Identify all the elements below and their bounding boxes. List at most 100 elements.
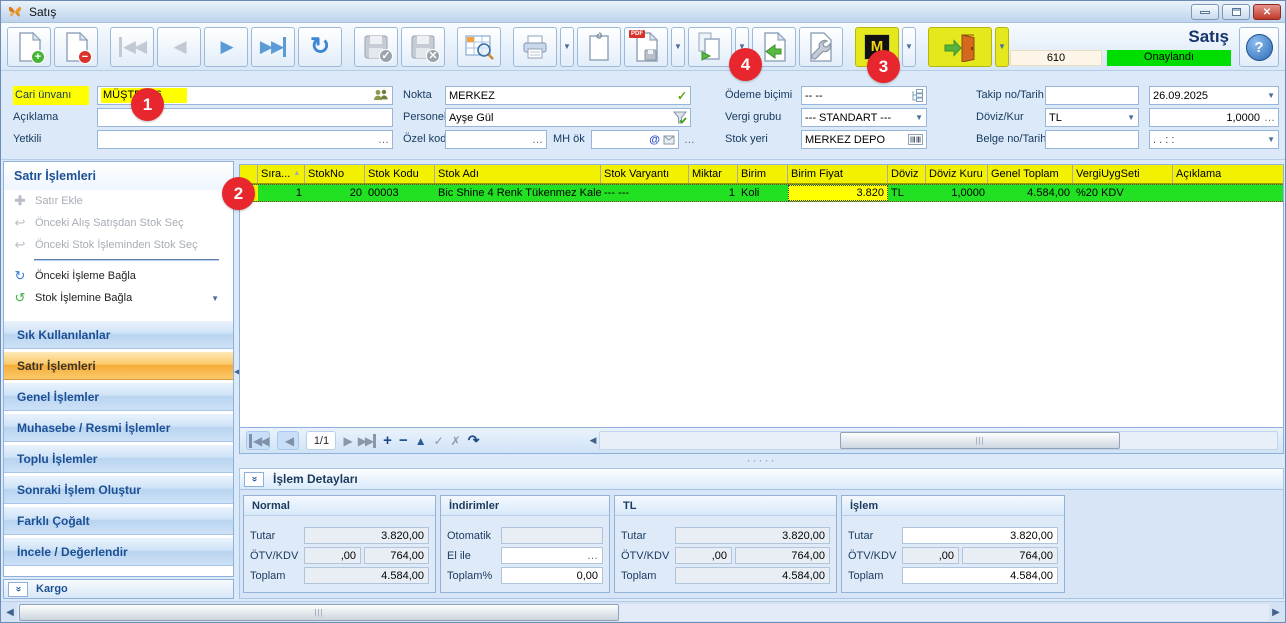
cell-stok-varyanti[interactable]: --- --- bbox=[601, 185, 689, 201]
grid-edit-row-button[interactable]: ▲ bbox=[415, 434, 427, 448]
ozel-kod-field[interactable] bbox=[445, 130, 547, 149]
column-header-birim-fiyat[interactable]: Birim Fiyat bbox=[788, 165, 888, 183]
islem-kdv-field[interactable]: 764,00 bbox=[962, 547, 1058, 564]
column-header-aciklama[interactable]: Açıklama bbox=[1173, 165, 1283, 183]
tl-otv-field[interactable]: ,00 bbox=[675, 547, 732, 564]
ellipsis-button[interactable] bbox=[1264, 113, 1275, 123]
cell-doviz-kuru[interactable]: 1,0000 bbox=[926, 185, 988, 201]
normal-toplam-field[interactable]: 4.584,00 bbox=[304, 567, 429, 584]
column-header-stok-varyanti[interactable]: Stok Varyantı bbox=[601, 165, 689, 183]
nokta-field[interactable]: MERKEZ✓ bbox=[445, 86, 691, 105]
islem-toplam-field[interactable]: 4.584,00 bbox=[902, 567, 1058, 584]
previous-record-button[interactable]: ◀ bbox=[157, 27, 201, 67]
section-toplu-islemler[interactable]: Toplu İşlemler bbox=[4, 444, 233, 473]
section-sonraki-islem-olustur[interactable]: Sonraki İşlem Oluştur bbox=[4, 475, 233, 504]
scrollbar-track[interactable] bbox=[599, 431, 1278, 450]
section-satir-islemleri[interactable]: Satır İşlemleri bbox=[4, 351, 233, 380]
kur-field[interactable]: 1,0000 bbox=[1149, 108, 1279, 127]
column-header-vergi-uyg-seti[interactable]: VergiUygSeti bbox=[1073, 165, 1173, 183]
section-sik-kullanilanlar[interactable]: Sık Kullanılanlar bbox=[4, 320, 233, 349]
column-header-stokno[interactable]: StokNo bbox=[305, 165, 365, 183]
section-genel-islemler[interactable]: Genel İşlemler bbox=[4, 382, 233, 411]
grid-append-row-button[interactable]: + bbox=[383, 432, 392, 449]
last-record-button[interactable]: ▶▶ bbox=[251, 27, 295, 67]
grid-view-button[interactable] bbox=[457, 27, 501, 67]
scroll-left-arrow[interactable]: ◀ bbox=[587, 434, 599, 447]
column-header-doviz[interactable]: Döviz bbox=[888, 165, 926, 183]
scrollbar-thumb[interactable] bbox=[19, 604, 619, 621]
settings-button[interactable] bbox=[799, 27, 843, 67]
column-header-miktar[interactable]: Miktar bbox=[689, 165, 738, 183]
m-dropdown-button[interactable]: ▼ bbox=[902, 27, 916, 67]
mh-ok-field[interactable]: @ bbox=[591, 130, 679, 149]
stok-yeri-field[interactable]: MERKEZ DEPO bbox=[801, 130, 927, 149]
cell-stok-kodu[interactable]: 00003 bbox=[365, 185, 435, 201]
doviz-field[interactable]: TL bbox=[1045, 108, 1139, 127]
indirim-toplam-pct-field[interactable]: 0,00 bbox=[501, 567, 603, 584]
horizontal-splitter-grip[interactable] bbox=[239, 454, 1284, 468]
scrollbar-thumb[interactable] bbox=[840, 432, 1120, 449]
section-muhasebe-resmi-islemler[interactable]: Muhasebe / Resmi İşlemler bbox=[4, 413, 233, 442]
normal-kdv-field[interactable]: 764,00 bbox=[364, 547, 429, 564]
normal-tutar-field[interactable]: 3.820,00 bbox=[304, 527, 429, 544]
column-header-sira[interactable]: Sıra...▲ bbox=[258, 165, 305, 183]
dropdown-arrow-icon[interactable] bbox=[211, 294, 225, 303]
next-record-button[interactable]: ▶ bbox=[204, 27, 248, 67]
copy-document-button[interactable] bbox=[688, 27, 732, 67]
pdf-dropdown-button[interactable]: ▼ bbox=[671, 27, 685, 67]
cell-birim-fiyat-focused[interactable]: 3.820 bbox=[788, 185, 888, 201]
grid-row-selected[interactable]: 1 20 00003 Bic Shine 4 Renk Tükenmez Kal… bbox=[240, 184, 1283, 202]
print-dropdown-button[interactable]: ▼ bbox=[560, 27, 574, 67]
section-incele-degerlendir[interactable]: İncele / Değerlendir bbox=[4, 537, 233, 566]
save-cancel-button[interactable]: ✕ bbox=[401, 27, 445, 67]
grid-delete-row-button[interactable]: − bbox=[399, 432, 408, 449]
takip-no-field[interactable] bbox=[1045, 86, 1139, 105]
exit-button[interactable] bbox=[928, 27, 992, 67]
delete-record-button[interactable]: − bbox=[54, 27, 98, 67]
dropdown-arrow-icon[interactable] bbox=[915, 113, 923, 122]
save-button[interactable]: ✓ bbox=[354, 27, 398, 67]
odeme-bicimi-field[interactable]: -- -- bbox=[801, 86, 927, 105]
column-header-doviz-kuru[interactable]: Döviz Kuru bbox=[926, 165, 988, 183]
normal-otv-field[interactable]: ,00 bbox=[304, 547, 361, 564]
tl-kdv-field[interactable]: 764,00 bbox=[735, 547, 830, 564]
scroll-right-arrow[interactable]: ▶ bbox=[1269, 605, 1283, 620]
attachment-button[interactable] bbox=[577, 27, 621, 67]
help-button[interactable]: ? bbox=[1239, 27, 1279, 67]
ellipsis-button[interactable] bbox=[532, 135, 543, 145]
ellipsis-button[interactable] bbox=[587, 551, 598, 561]
indirim-otomatik-field[interactable] bbox=[501, 527, 603, 544]
grid-cancel-button[interactable]: ✗ bbox=[451, 434, 461, 448]
grid-post-button[interactable]: ✓ bbox=[434, 434, 444, 448]
new-record-button[interactable]: + bbox=[7, 27, 51, 67]
cell-sira[interactable]: 1 bbox=[258, 185, 305, 201]
yetkili-field[interactable] bbox=[97, 130, 393, 149]
grid-first-page-button[interactable]: ◀◀ bbox=[246, 431, 270, 450]
islem-tutar-field[interactable]: 3.820,00 bbox=[902, 527, 1058, 544]
tl-tutar-field[interactable]: 3.820,00 bbox=[675, 527, 830, 544]
close-button[interactable]: ✕ bbox=[1253, 4, 1281, 20]
islem-otv-field[interactable]: ,00 bbox=[902, 547, 959, 564]
refresh-button[interactable]: ↻ bbox=[298, 27, 342, 67]
column-header-birim[interactable]: Birim bbox=[738, 165, 788, 183]
minimize-button[interactable] bbox=[1191, 4, 1219, 20]
scrollbar-track[interactable] bbox=[17, 604, 1269, 621]
column-header-genel-toplam[interactable]: Genel Toplam bbox=[988, 165, 1073, 183]
first-record-button[interactable]: ◀◀ bbox=[110, 27, 154, 67]
cell-vergi-uyg-seti[interactable]: %20 KDV bbox=[1073, 185, 1173, 201]
action-onceki-isleme-bagla[interactable]: ↻Önceki İşleme Bağla bbox=[4, 265, 233, 287]
details-header[interactable]: » İşlem Detayları bbox=[239, 468, 1284, 490]
grid-next-page-button[interactable]: ▶ bbox=[343, 434, 350, 448]
cell-genel-toplam[interactable]: 4.584,00 bbox=[988, 185, 1073, 201]
exit-dropdown-button[interactable]: ▼ bbox=[995, 27, 1009, 67]
column-header-stok-adi[interactable]: Stok Adı bbox=[435, 165, 601, 183]
collapse-chevron-icon[interactable]: » bbox=[244, 472, 264, 487]
collapse-chevron-icon[interactable]: » bbox=[8, 582, 28, 597]
dropdown-arrow-icon[interactable] bbox=[1267, 135, 1275, 144]
dropdown-arrow-icon[interactable] bbox=[1267, 91, 1275, 100]
section-farkli-cogalt[interactable]: Farklı Çoğalt bbox=[4, 506, 233, 535]
maximize-button[interactable] bbox=[1222, 4, 1250, 20]
action-stok-islemine-bagla[interactable]: ↺Stok İşlemine Bağla bbox=[4, 287, 233, 309]
tl-toplam-field[interactable]: 4.584,00 bbox=[675, 567, 830, 584]
grid-prev-page-button[interactable]: ◀ bbox=[277, 431, 299, 450]
